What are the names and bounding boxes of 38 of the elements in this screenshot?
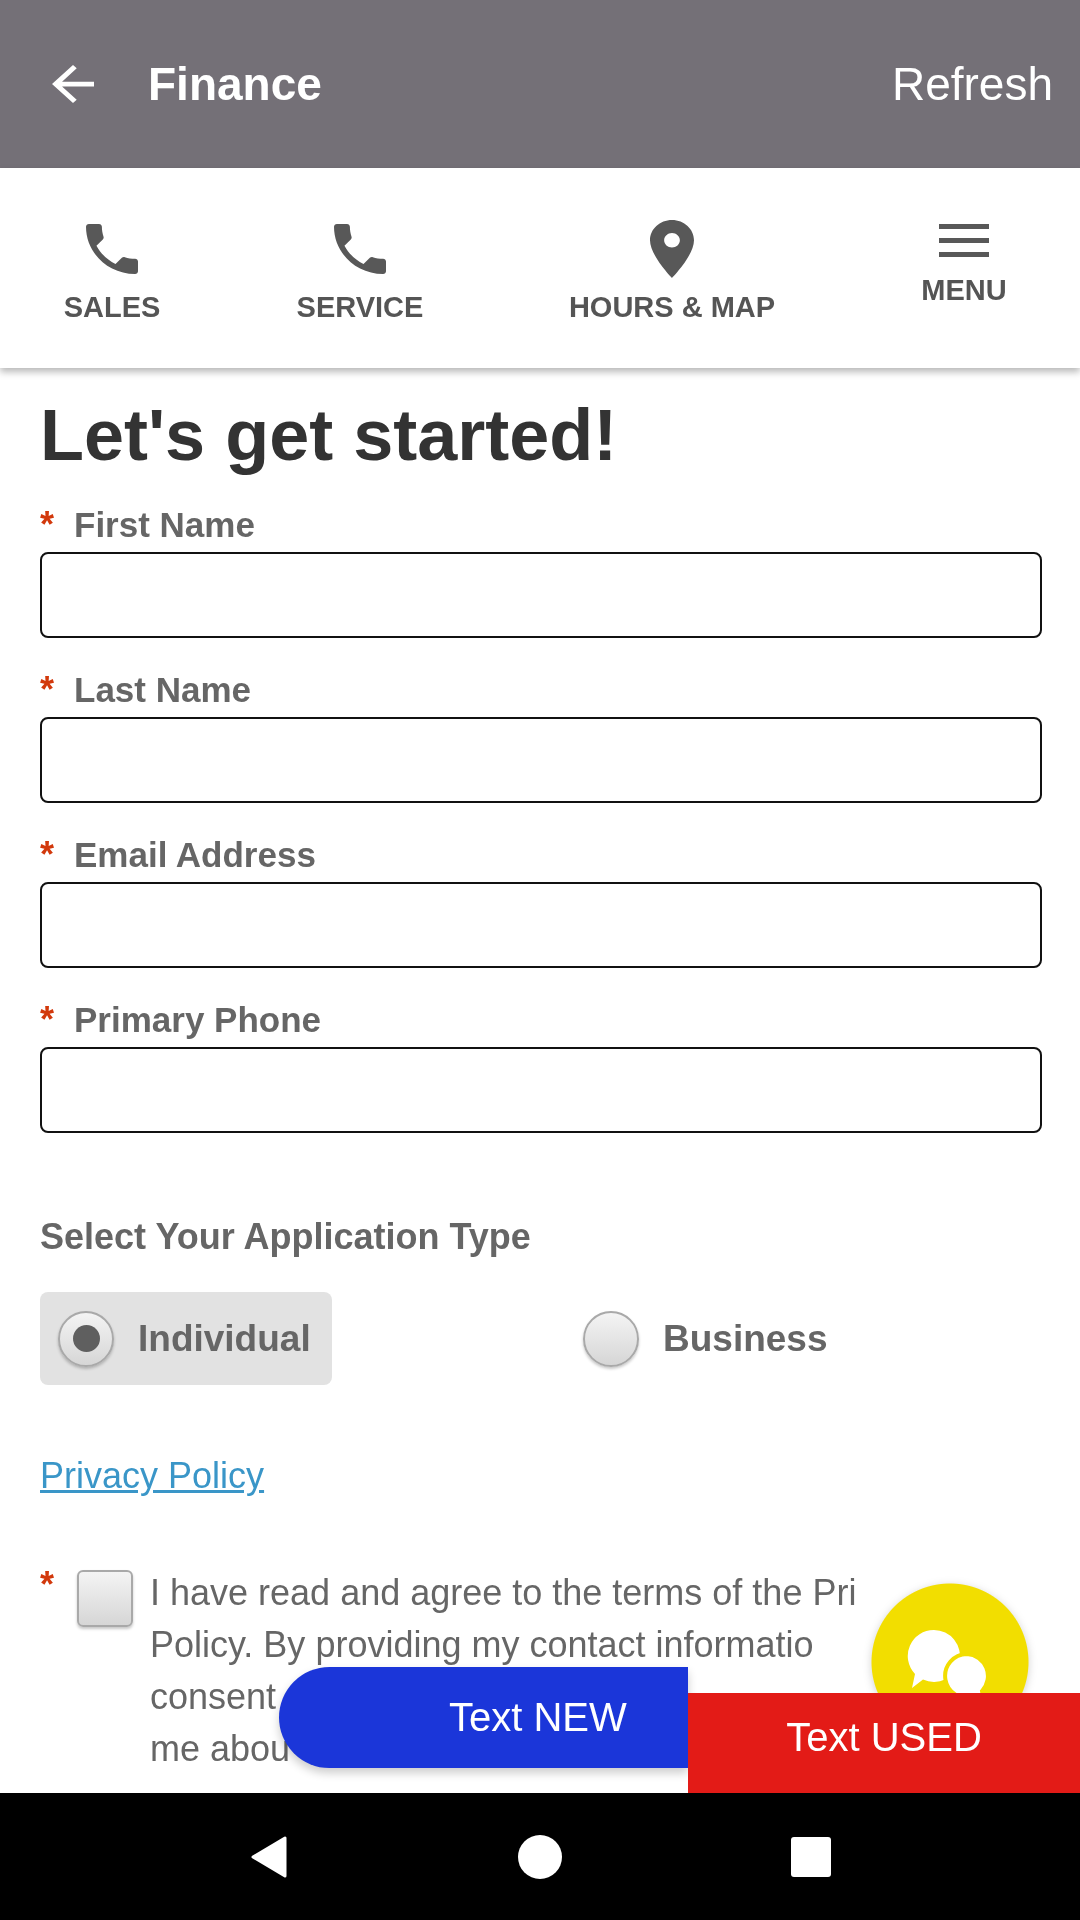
nav-tab[interactable]: SALES <box>0 168 224 368</box>
consent-checkbox[interactable] <box>77 1570 133 1627</box>
screen-title: Finance <box>148 57 322 112</box>
back-triangle-icon[interactable] <box>251 1835 288 1878</box>
nav-tab[interactable]: MENU <box>848 168 1080 368</box>
text-input-field[interactable] <box>40 882 1042 968</box>
radio-button[interactable] <box>583 1310 639 1367</box>
field-label: Email Address <box>74 835 316 875</box>
page-heading: Let's get started! <box>40 394 618 477</box>
radio-option[interactable]: Individual <box>40 1292 332 1385</box>
text-input-field[interactable] <box>40 717 1042 803</box>
menu-icon <box>939 224 989 257</box>
required-asterisk: * <box>40 1567 55 1603</box>
refresh-button[interactable]: Refresh <box>891 56 1053 112</box>
back-arrow-icon[interactable] <box>52 65 94 103</box>
required-asterisk: * <box>40 505 55 545</box>
nav-tab[interactable]: SERVICE <box>224 168 496 368</box>
radio-button[interactable] <box>58 1310 114 1367</box>
phone-icon <box>86 224 138 274</box>
required-asterisk: * <box>40 670 55 710</box>
consent-text: I have read and agree to the terms of the Pri <box>150 1571 857 1615</box>
field-label: Last Name <box>74 670 252 710</box>
text-used-button[interactable]: Text USED <box>688 1693 1080 1793</box>
phone-icon <box>334 224 386 274</box>
consent-text: Policy. By providing my contact informatio <box>150 1623 814 1667</box>
section-label: Select Your Application Type <box>40 1215 531 1259</box>
required-asterisk: * <box>40 1000 55 1040</box>
required-asterisk: * <box>40 835 55 875</box>
nav-tab[interactable]: HOURS & MAP <box>496 168 848 368</box>
text-input-field[interactable] <box>40 552 1042 638</box>
radio-option[interactable]: Business <box>565 1292 849 1385</box>
location-pin-icon <box>650 220 694 278</box>
consent-text: consent <box>150 1675 277 1719</box>
field-label: First Name <box>74 505 255 545</box>
field-label: Primary Phone <box>74 1000 322 1040</box>
text-input-field[interactable] <box>40 1047 1042 1133</box>
recents-square-icon[interactable] <box>790 1836 831 1877</box>
home-circle-icon[interactable] <box>518 1834 562 1879</box>
